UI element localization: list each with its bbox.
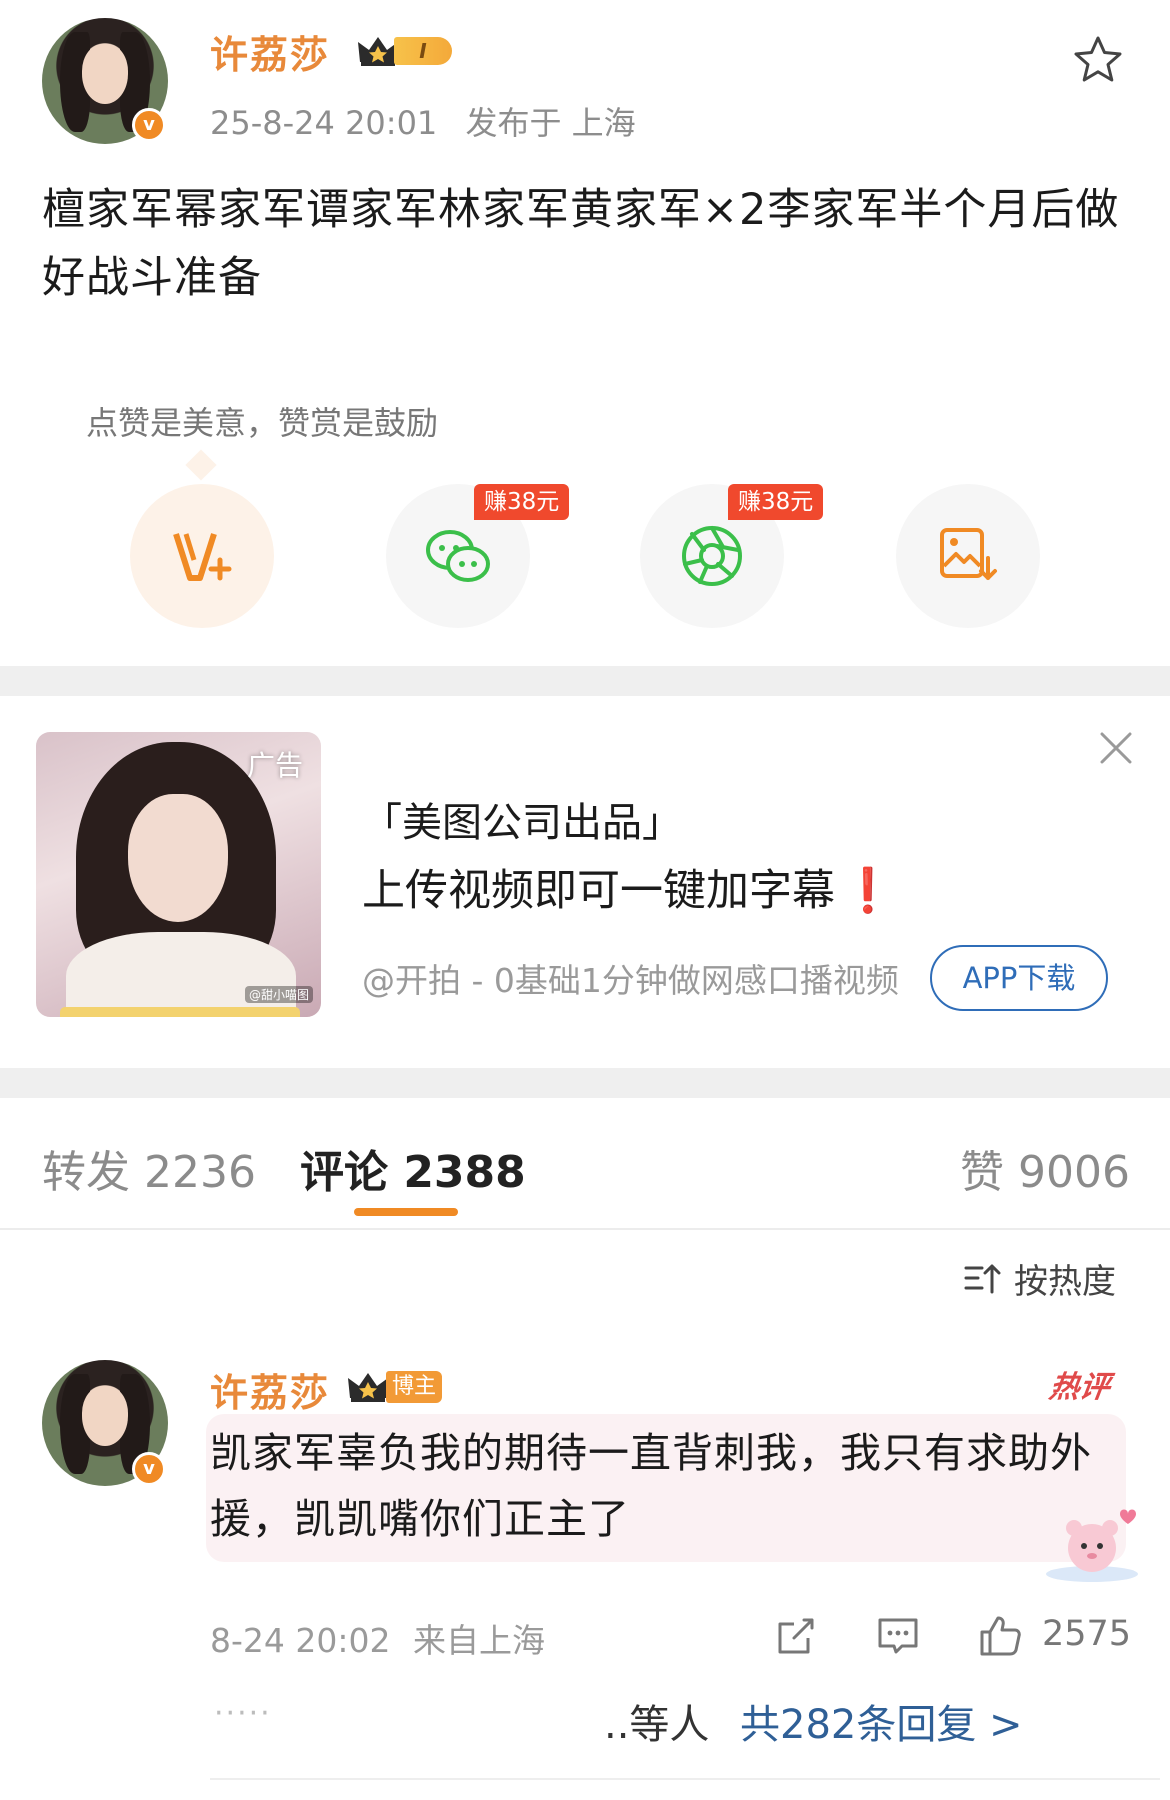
- reply-icon[interactable]: [876, 1614, 920, 1658]
- author-name[interactable]: 许荔莎: [210, 24, 330, 79]
- comment-location: 来自上海: [413, 1621, 545, 1660]
- level-pill: I: [394, 37, 452, 65]
- crown-icon: [348, 1373, 388, 1402]
- verified-badge-icon: v: [132, 1452, 166, 1486]
- moments-shutter-icon: [682, 526, 742, 586]
- earn-tag-wechat: 赚38元: [474, 484, 570, 520]
- ad-source[interactable]: @开拍 - 0基础1分钟做网感口播视频: [362, 954, 922, 1002]
- post-meta: 25-8-24 20:01 发布于 上海: [210, 98, 654, 144]
- comment-like-count: 2575: [1042, 1614, 1132, 1654]
- active-tab-indicator: [354, 1208, 458, 1216]
- post-content: 檀家军幂家军谭家军林家军黄家军×2李家军半个月后做好战斗准备: [42, 185, 1120, 303]
- comment-time: 8-24 20:02: [210, 1621, 391, 1660]
- section-divider: [0, 666, 1170, 696]
- post-location: 发布于 上海: [465, 104, 636, 142]
- hint-pointer: [185, 449, 217, 481]
- favorite-star-icon[interactable]: [1072, 34, 1124, 86]
- comment-divider: [210, 1778, 1160, 1780]
- tab-likes[interactable]: 赞 9006: [960, 1136, 1130, 1200]
- save-image-button[interactable]: [896, 484, 1040, 628]
- ad-image[interactable]: 广告 @甜小喵图: [36, 732, 321, 1017]
- blogger-badge: 博主: [346, 1370, 443, 1404]
- post-header: v 许荔莎 I 25-8-24 20:01 发布于 上海: [0, 0, 1170, 150]
- comment-author-name[interactable]: 许荔莎: [210, 1362, 330, 1417]
- exclamation-icon: ❗: [841, 866, 895, 916]
- earn-tag-moments: 赚38元: [728, 484, 824, 520]
- wechat-icon: [426, 530, 490, 582]
- post-date: 25-8-24 20:01: [210, 104, 438, 142]
- ad-headline[interactable]: 「美图公司出品」: [362, 790, 682, 848]
- comment-text[interactable]: 凯家军辜负我的期待一直背刺我，我只有求助外援，凯凯嘴你们正主了: [210, 1420, 1120, 1552]
- v-plus-button[interactable]: [130, 484, 274, 628]
- v-plus-icon: [173, 533, 232, 581]
- view-replies-link[interactable]: 共282条回复 >: [740, 1692, 1023, 1750]
- sort-label: 按热度: [1014, 1261, 1116, 1302]
- save-image-icon: [940, 528, 997, 580]
- section-divider: [0, 1068, 1170, 1098]
- ad-subheadline-text: 上传视频即可一键加字幕: [362, 866, 835, 916]
- app-download-button[interactable]: APP下载: [930, 945, 1108, 1011]
- tab-divider: [0, 1228, 1170, 1230]
- ad-subheadline[interactable]: 上传视频即可一键加字幕 ❗: [362, 856, 895, 918]
- ad-tag: 广告: [246, 749, 303, 782]
- like-thumb-icon[interactable]: [978, 1614, 1022, 1658]
- tab-comments[interactable]: 评论 2388: [300, 1136, 526, 1200]
- reward-hint: 点赞是美意，赞赏是鼓励: [86, 404, 439, 442]
- sort-icon: [964, 1264, 1001, 1294]
- member-level-badge[interactable]: I: [356, 34, 452, 68]
- verified-badge-icon: v: [132, 108, 166, 142]
- comment-meta: 8-24 20:02 来自上海: [210, 1614, 545, 1662]
- share-icon[interactable]: [774, 1614, 818, 1658]
- tab-reposts[interactable]: 转发 2236: [42, 1136, 256, 1200]
- reply-preview-dots: ·····: [214, 1696, 272, 1731]
- sort-by-hot-button[interactable]: 按热度: [964, 1254, 1116, 1302]
- ad-watermark: @甜小喵图: [244, 986, 313, 1003]
- reply-summary: ..等人: [604, 1702, 710, 1748]
- hot-comment-badge: 热评: [1047, 1370, 1112, 1405]
- blogger-tag: 博主: [386, 1371, 443, 1403]
- bear-sticker-icon: [1046, 1509, 1138, 1582]
- close-icon[interactable]: [1098, 730, 1134, 766]
